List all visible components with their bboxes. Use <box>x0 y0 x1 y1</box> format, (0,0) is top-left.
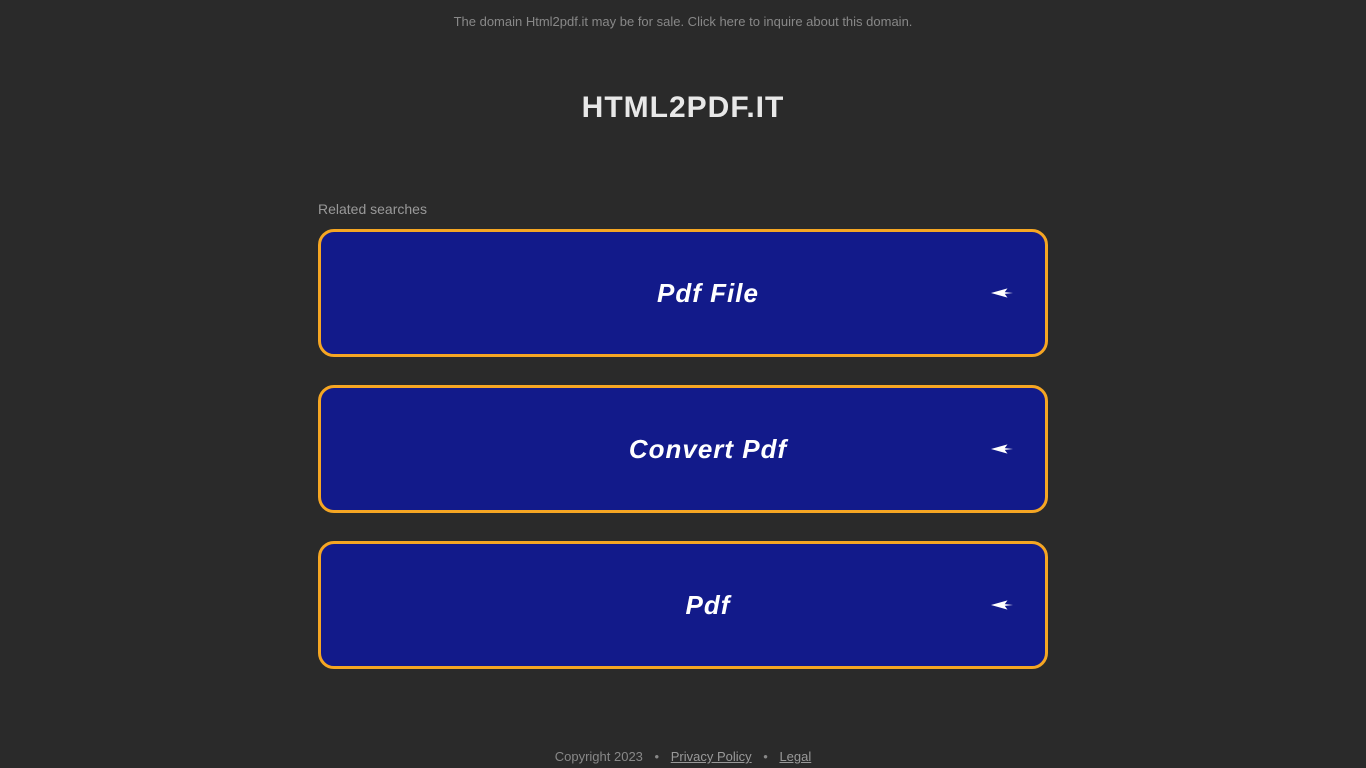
search-item-label: Pdf <box>321 590 1045 621</box>
separator: • <box>763 749 768 764</box>
related-searches-section: Related searches Pdf File Convert Pdf Pd… <box>318 201 1048 669</box>
search-item-label: Pdf File <box>321 278 1045 309</box>
footer: Copyright 2023 • Privacy Policy • Legal <box>0 749 1366 764</box>
search-item-pdf-file[interactable]: Pdf File <box>318 229 1048 357</box>
search-item-label: Convert Pdf <box>321 434 1045 465</box>
legal-link[interactable]: Legal <box>779 749 811 764</box>
copyright-text: Copyright 2023 <box>555 749 643 764</box>
arrow-right-icon <box>991 440 1013 458</box>
domain-title: HTML2PDF.IT <box>0 91 1366 125</box>
arrow-right-icon <box>991 596 1013 614</box>
domain-sale-banner[interactable]: The domain Html2pdf.it may be for sale. … <box>0 0 1366 29</box>
arrow-right-icon <box>991 284 1013 302</box>
privacy-policy-link[interactable]: Privacy Policy <box>671 749 752 764</box>
separator: • <box>655 749 660 764</box>
search-item-convert-pdf[interactable]: Convert Pdf <box>318 385 1048 513</box>
search-item-pdf[interactable]: Pdf <box>318 541 1048 669</box>
related-searches-label: Related searches <box>318 201 1048 217</box>
